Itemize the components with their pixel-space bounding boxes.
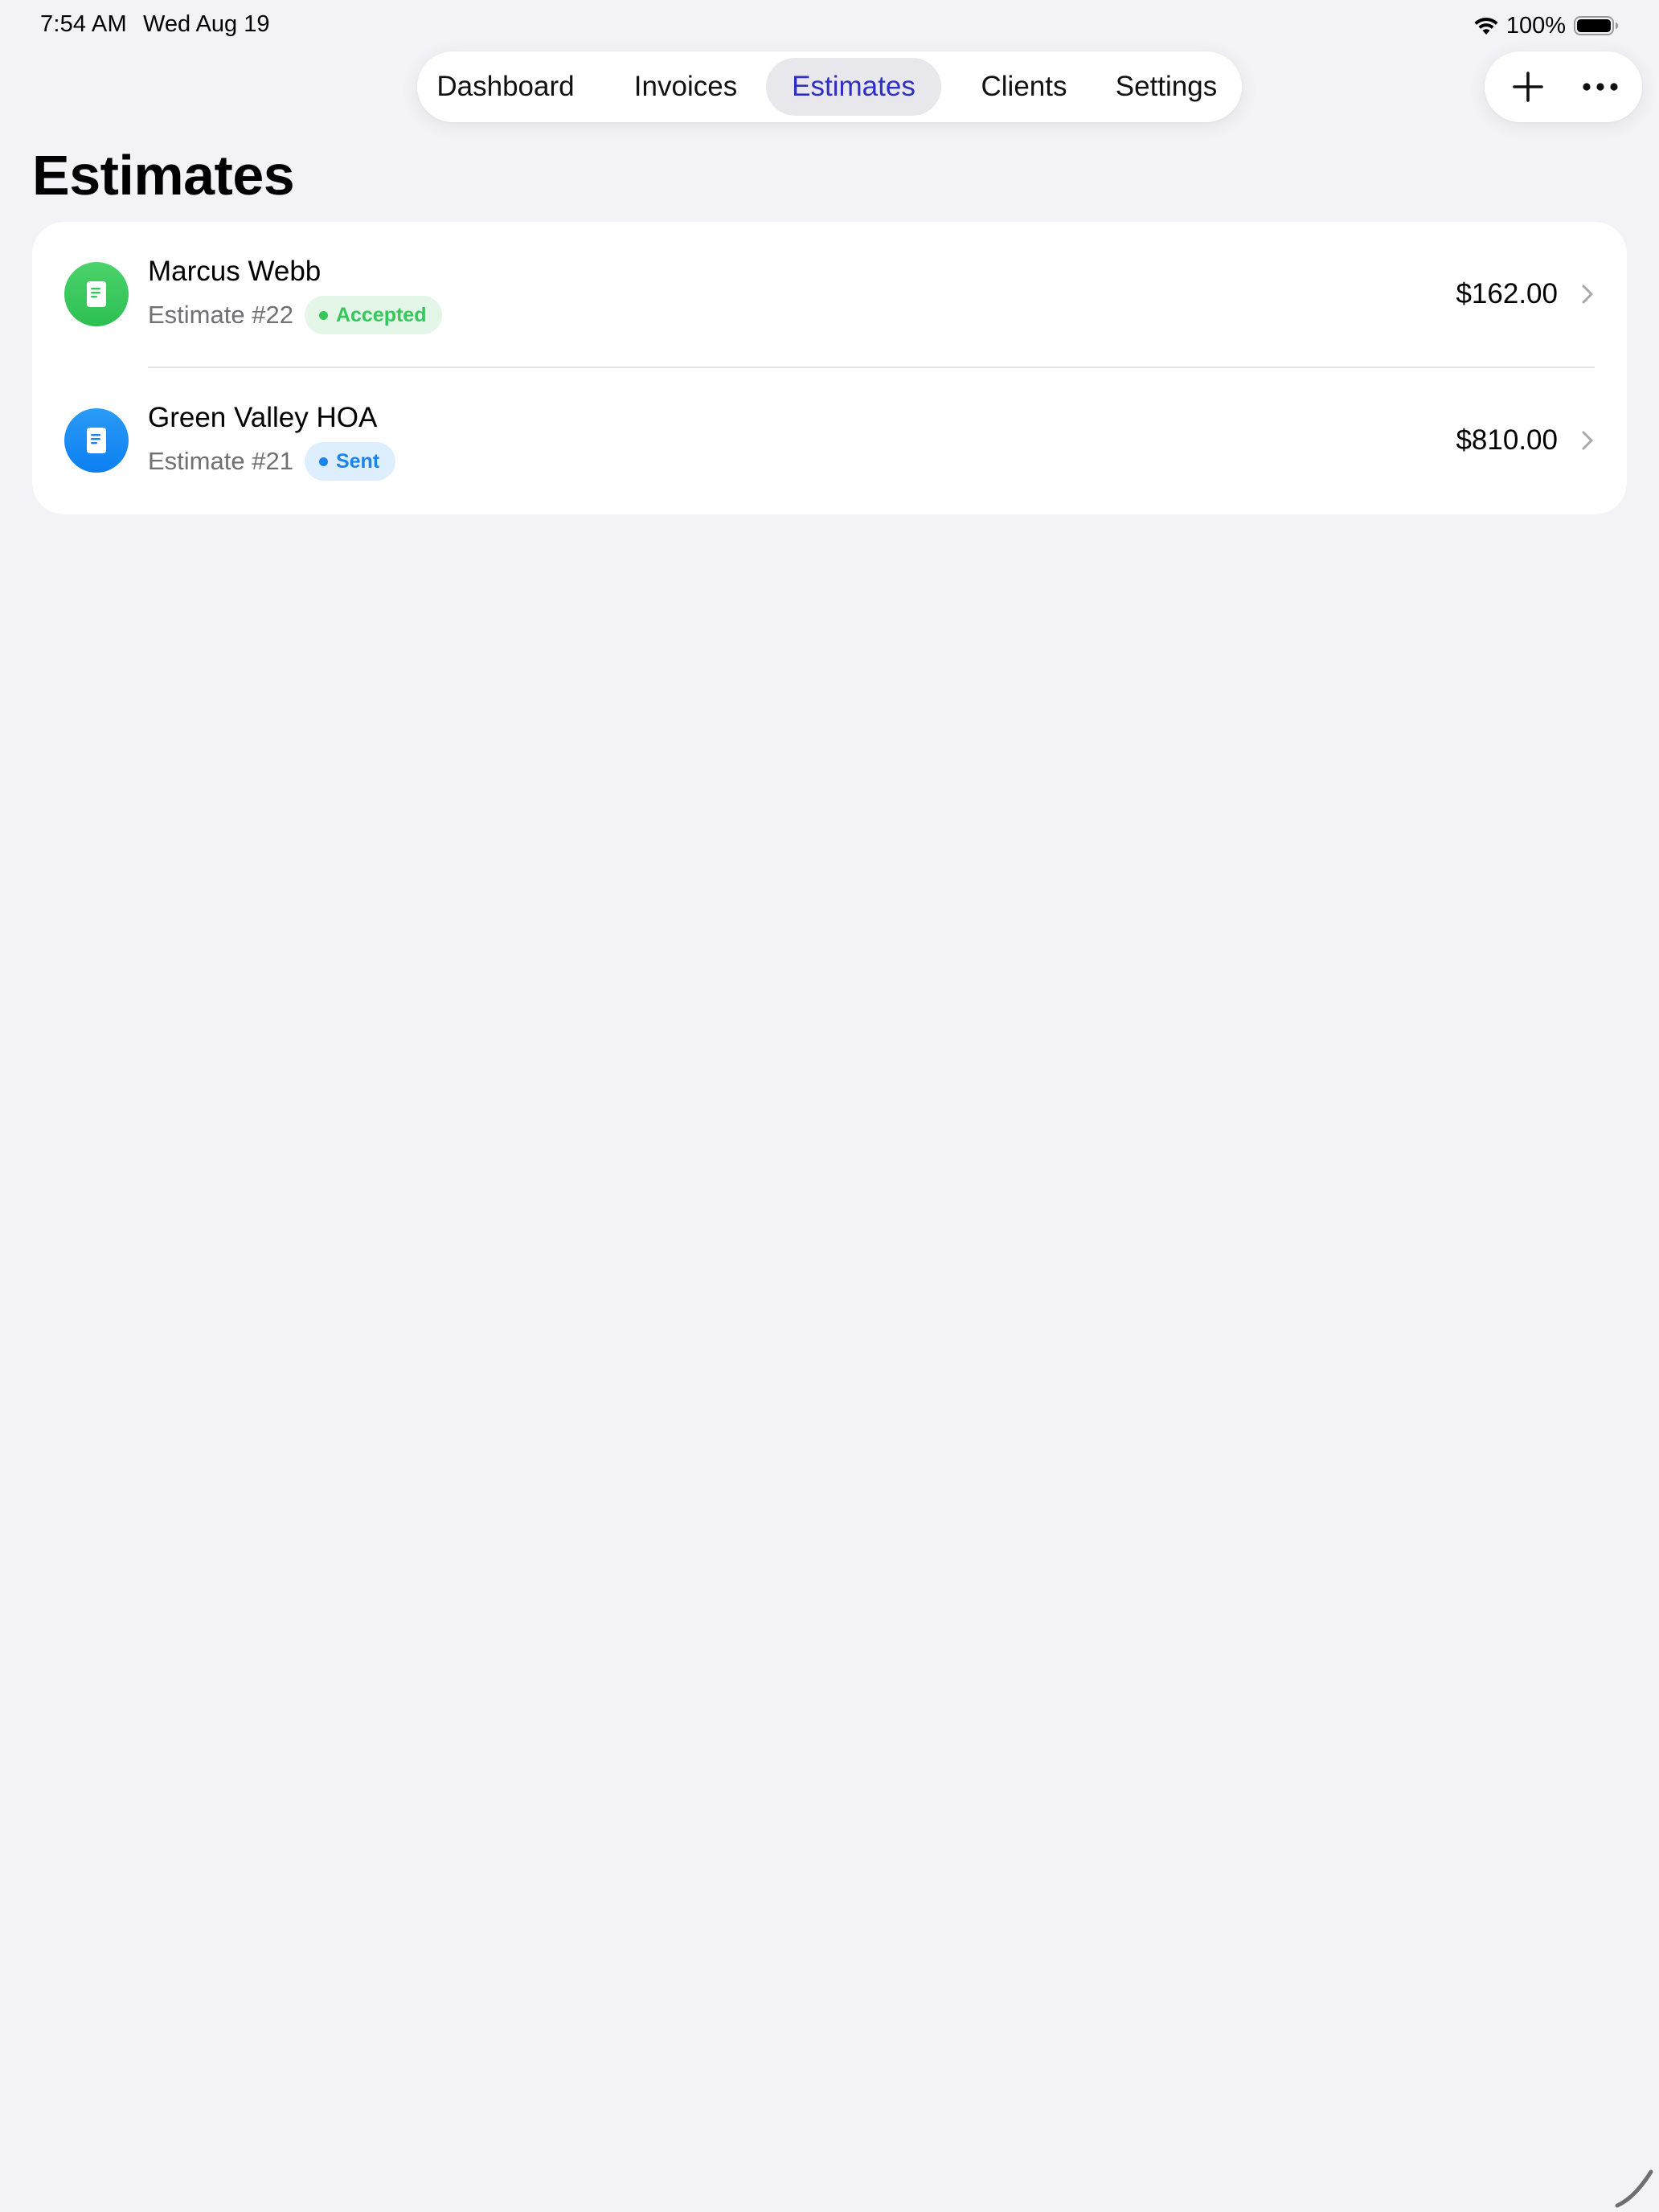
more-button[interactable] [1576, 63, 1624, 111]
estimate-number: Estimate #22 [148, 301, 293, 329]
status-date: Wed Aug 19 [143, 11, 270, 37]
status-label: Sent [335, 449, 380, 473]
wifi-icon [1474, 17, 1498, 35]
chevron-right-icon [1582, 285, 1593, 304]
document-icon [87, 281, 106, 307]
top-navigation: Dashboard Invoices Estimates Clients Set… [417, 51, 1242, 122]
plus-icon [1513, 72, 1543, 102]
chevron-right-icon [1582, 431, 1593, 450]
estimate-row-22[interactable]: Marcus Webb Estimate #22 Accepted $162.0… [32, 222, 1627, 368]
status-time: 7:54 AM [40, 11, 127, 37]
estimate-avatar [64, 408, 129, 473]
battery-icon [1574, 16, 1618, 35]
estimate-row-21[interactable]: Green Valley HOA Estimate #21 Sent $810.… [32, 368, 1627, 514]
status-dot-icon [318, 310, 328, 320]
more-icon [1583, 83, 1618, 91]
status-badge: Sent [304, 442, 396, 481]
tab-estimates[interactable]: Estimates [766, 58, 941, 116]
status-dot-icon [318, 457, 328, 466]
page-title: Estimates [32, 144, 295, 207]
pencil-stroke-icon [1615, 2169, 1653, 2208]
status-indicators: 100% [1473, 11, 1619, 40]
status-label: Accepted [335, 303, 427, 326]
tab-invoices[interactable]: Invoices [625, 58, 746, 116]
add-button[interactable] [1504, 63, 1552, 111]
document-icon [87, 428, 106, 453]
estimate-meta: Estimate #21 Sent [148, 442, 396, 481]
estimates-list: Marcus Webb Estimate #22 Accepted $162.0… [32, 222, 1627, 514]
client-name: Marcus Webb [148, 256, 322, 287]
status-badge: Accepted [304, 296, 443, 334]
estimate-number: Estimate #21 [148, 447, 293, 475]
estimate-amount: $810.00 [1456, 424, 1558, 456]
estimate-avatar [64, 262, 129, 326]
tab-dashboard[interactable]: Dashboard [436, 58, 576, 116]
estimate-amount: $162.00 [1456, 278, 1558, 309]
status-bar: 7:54 AM Wed Aug 19 100% [0, 0, 1659, 51]
action-bar [1485, 51, 1642, 122]
estimate-meta: Estimate #22 Accepted [148, 296, 443, 334]
client-name: Green Valley HOA [148, 402, 378, 433]
battery-percentage: 100% [1505, 12, 1566, 39]
tab-settings[interactable]: Settings [1103, 58, 1230, 116]
tab-clients[interactable]: Clients [960, 58, 1088, 116]
